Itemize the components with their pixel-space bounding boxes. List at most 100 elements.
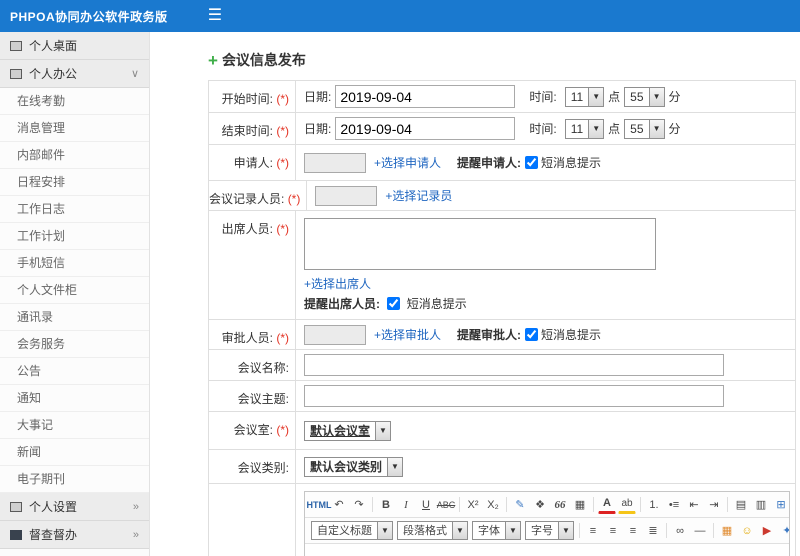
end-minute-select[interactable]: 55 ▼ bbox=[624, 118, 665, 139]
meeting-room-select[interactable]: 默认会议室 ▼ bbox=[304, 420, 392, 441]
choose-recorder-link[interactable]: +选择记录员 bbox=[385, 187, 452, 204]
sidebar-section-supervise[interactable]: 督查督办 » bbox=[0, 521, 149, 549]
sidebar-item-ejournal[interactable]: 电子期刊 bbox=[0, 466, 149, 493]
editor-content-area[interactable] bbox=[305, 544, 789, 556]
sidebar-item-events[interactable]: 大事记 bbox=[0, 412, 149, 439]
font-size-select[interactable]: 字号 ▼ bbox=[525, 521, 574, 540]
sidebar-section-office[interactable]: 个人办公 ∨ bbox=[0, 60, 149, 88]
highlight-color-icon[interactable]: ab bbox=[618, 495, 636, 514]
sidebar-section-desktop[interactable]: 个人桌面 bbox=[0, 32, 149, 60]
select-arrow-icon: ▼ bbox=[377, 522, 392, 539]
approver-sms-checkbox[interactable] bbox=[525, 328, 539, 341]
toolbar-separator bbox=[579, 523, 580, 538]
choose-approver-link[interactable]: +选择审批人 bbox=[374, 326, 441, 343]
edit-pencil-icon[interactable]: ✎ bbox=[511, 495, 529, 514]
align-left-icon[interactable]: ≡ bbox=[584, 521, 602, 540]
approver-label: 审批人员: bbox=[221, 331, 273, 345]
calendar-icon[interactable]: ▦ bbox=[571, 495, 589, 514]
sidebar-item-file-cabinet[interactable]: 个人文件柜 bbox=[0, 277, 149, 304]
start-minute-select[interactable]: 55 ▼ bbox=[624, 86, 665, 107]
attendees-textarea[interactable] bbox=[304, 218, 656, 270]
page-title-text: 会议信息发布 bbox=[221, 52, 306, 68]
applicant-sms-checkbox[interactable] bbox=[525, 156, 539, 169]
sidebar-item-announcement[interactable]: 公告 bbox=[0, 358, 149, 385]
unlink-icon[interactable]: — bbox=[691, 521, 709, 540]
start-hour-select[interactable]: 11 ▼ bbox=[564, 86, 605, 107]
paragraph-format-select[interactable]: 段落格式 ▼ bbox=[397, 521, 468, 540]
sidebar-item-sms[interactable]: 手机短信 bbox=[0, 250, 149, 277]
sidebar-item-work-log[interactable]: 工作日志 bbox=[0, 196, 149, 223]
sidebar-item-meeting-service[interactable]: 会务服务 bbox=[0, 331, 149, 358]
flash-icon[interactable]: ✦ bbox=[778, 521, 789, 540]
media-icon[interactable]: ▶ bbox=[758, 521, 776, 540]
redo-icon[interactable]: ↷ bbox=[350, 495, 368, 514]
attendees-label: 出席人员: bbox=[221, 222, 273, 236]
meeting-category-select[interactable]: 默认会议类别 ▼ bbox=[304, 456, 404, 477]
sidebar-item-attendance[interactable]: 在线考勤 bbox=[0, 88, 149, 115]
page-break-icon[interactable]: ▤ bbox=[732, 495, 750, 514]
format-painter-icon[interactable]: ❖ bbox=[531, 495, 549, 514]
form-row-end-time: 结束时间: (*) 日期: 时间: 11▼ 点 55▼ 分 bbox=[209, 113, 795, 145]
emoticon-icon[interactable]: ☺ bbox=[738, 521, 756, 540]
underline-icon[interactable]: U bbox=[417, 495, 435, 514]
form-row-attendees: 出席人员: (*) +选择出席人 提醒出席人员: 短消息提示 bbox=[209, 211, 795, 320]
sidebar-item-notice[interactable]: 通知 bbox=[0, 385, 149, 412]
italic-icon[interactable]: I bbox=[397, 495, 415, 514]
end-date-input[interactable] bbox=[335, 117, 516, 140]
strikethrough-icon[interactable]: ABC bbox=[437, 495, 456, 514]
remind-approver-label: 提醒审批人: bbox=[457, 328, 522, 342]
toolbar-separator bbox=[506, 497, 507, 512]
bold-icon[interactable]: B bbox=[377, 495, 395, 514]
select-arrow-icon: ▼ bbox=[505, 522, 520, 539]
align-justify-icon[interactable]: ≣ bbox=[644, 521, 662, 540]
meeting-subject-input[interactable] bbox=[304, 385, 724, 407]
form-row-approver: 审批人员: (*) +选择审批人 提醒审批人: 短消息提示 bbox=[209, 320, 795, 350]
image-icon[interactable]: ▦ bbox=[718, 521, 736, 540]
attendees-sms-checkbox[interactable] bbox=[387, 297, 401, 310]
desktop-icon bbox=[10, 40, 22, 51]
date-label: 日期: bbox=[304, 122, 332, 136]
sidebar: 个人桌面 个人办公 ∨ 在线考勤 消息管理 内部邮件 日程安排 工作日志 工作计… bbox=[0, 32, 150, 556]
remind-applicant-label: 提醒申请人: bbox=[457, 156, 522, 170]
editor-toolbar-row1: HTML ↶ ↷ B I U ABC X² X₂ ✎ ❖ 66 ▦ A ab 1… bbox=[305, 492, 789, 518]
choose-attendees-link[interactable]: +选择出席人 bbox=[304, 275, 371, 292]
required-mark: (*) bbox=[287, 192, 301, 206]
ordered-list-icon[interactable]: 1. bbox=[645, 495, 663, 514]
sidebar-item-contacts[interactable]: 通讯录 bbox=[0, 304, 149, 331]
align-center-icon[interactable]: ≡ bbox=[604, 521, 622, 540]
select-arrow-icon: ▼ bbox=[588, 119, 604, 138]
unordered-list-icon[interactable]: •≡ bbox=[665, 495, 683, 514]
link-icon[interactable]: ∞ bbox=[671, 521, 689, 540]
html-source-button[interactable]: HTML bbox=[307, 495, 332, 514]
start-date-input[interactable] bbox=[335, 85, 516, 108]
meeting-name-input[interactable] bbox=[304, 354, 724, 376]
approver-input[interactable] bbox=[304, 324, 366, 345]
sidebar-item-work-plan[interactable]: 工作计划 bbox=[0, 223, 149, 250]
applicant-input[interactable] bbox=[304, 152, 366, 173]
custom-title-select[interactable]: 自定义标题 ▼ bbox=[311, 521, 393, 540]
start-time-label: 开始时间: bbox=[221, 92, 273, 106]
blockquote-icon[interactable]: 66 bbox=[551, 495, 569, 514]
preview-icon[interactable]: ▥ bbox=[752, 495, 770, 514]
sidebar-item-messages[interactable]: 消息管理 bbox=[0, 115, 149, 142]
sidebar-section-settings[interactable]: 个人设置 » bbox=[0, 493, 149, 521]
form-row-applicant: 申请人: (*) +选择申请人 提醒申请人: 短消息提示 bbox=[209, 145, 795, 181]
indent-icon[interactable]: ⇥ bbox=[705, 495, 723, 514]
choose-applicant-link[interactable]: +选择申请人 bbox=[374, 154, 441, 171]
sidebar-item-schedule[interactable]: 日程安排 bbox=[0, 169, 149, 196]
sidebar-item-internal-mail[interactable]: 内部邮件 bbox=[0, 142, 149, 169]
hamburger-menu-icon[interactable]: ☰ bbox=[208, 8, 222, 24]
superscript-icon[interactable]: X² bbox=[464, 495, 482, 514]
font-family-select[interactable]: 字体 ▼ bbox=[472, 521, 521, 540]
sidebar-item-news[interactable]: 新闻 bbox=[0, 439, 149, 466]
undo-icon[interactable]: ↶ bbox=[330, 495, 348, 514]
select-arrow-icon: ▼ bbox=[558, 522, 573, 539]
font-color-icon[interactable]: A bbox=[598, 495, 616, 514]
outdent-icon[interactable]: ⇤ bbox=[685, 495, 703, 514]
subscript-icon[interactable]: X₂ bbox=[484, 495, 502, 514]
end-hour-select[interactable]: 11 ▼ bbox=[564, 118, 605, 139]
fullscreen-icon[interactable]: ⊞ bbox=[772, 495, 789, 514]
editor-toolbar-row2: 自定义标题 ▼ 段落格式 ▼ 字体 ▼ 字号 ▼ ≡ ≡ ≡ ≣ ∞ — ▦ ☺… bbox=[305, 518, 789, 544]
recorder-input[interactable] bbox=[315, 185, 378, 206]
align-right-icon[interactable]: ≡ bbox=[624, 521, 642, 540]
